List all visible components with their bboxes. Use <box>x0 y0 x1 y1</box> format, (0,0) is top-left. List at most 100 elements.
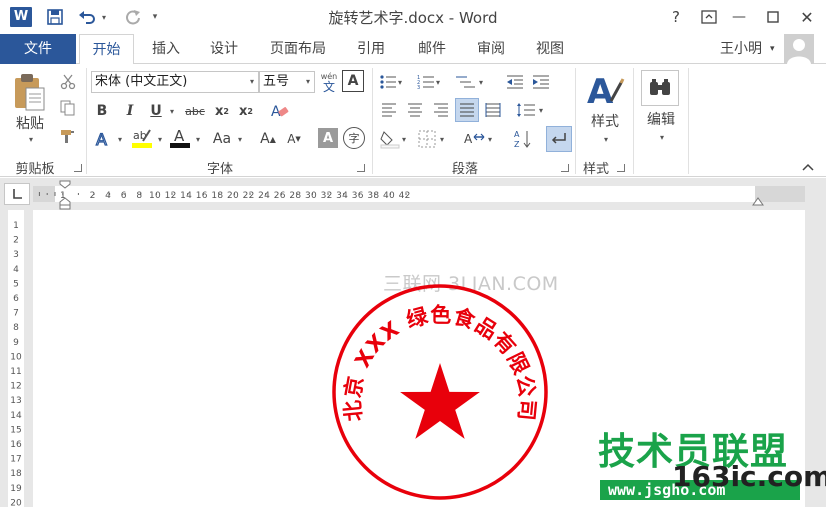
subscript-button[interactable]: x2 <box>212 100 232 122</box>
minimize-button[interactable]: — <box>724 4 754 30</box>
styles-launcher-icon[interactable] <box>617 164 625 172</box>
ribbon-display-options-button[interactable] <box>694 4 724 30</box>
clipboard-launcher-icon[interactable] <box>74 164 82 172</box>
vertical-ruler-number: 17 <box>10 455 21 465</box>
enclose-characters-button[interactable]: 字 <box>343 127 365 149</box>
ruler-number: 16 <box>196 191 208 201</box>
ruler-number: 34 <box>336 191 348 201</box>
vertical-ruler-number: 10 <box>10 352 22 362</box>
group-divider <box>633 68 634 174</box>
font-size-select[interactable]: 五号 ▾ <box>259 71 315 93</box>
cut-icon[interactable] <box>58 72 78 92</box>
user-menu-caret-icon[interactable]: ▾ <box>770 44 775 54</box>
font-group-label: 字体 <box>206 162 233 177</box>
text-effects-icon[interactable]: A <box>92 128 114 150</box>
clear-formatting-icon[interactable]: A <box>268 100 292 122</box>
text-effects-dropdown-icon[interactable]: ▾ <box>114 132 124 146</box>
italic-button[interactable]: I <box>120 100 140 122</box>
highlight-dropdown-icon[interactable]: ▾ <box>154 132 164 146</box>
paragraph-group-label: 段落 <box>451 162 478 177</box>
tab-home[interactable]: 开始 <box>79 34 134 65</box>
grow-font-button[interactable]: A ▲ <box>258 128 278 150</box>
paragraph-launcher-icon[interactable] <box>561 164 569 172</box>
text-highlight-icon[interactable]: ab <box>130 126 154 150</box>
maximize-button[interactable] <box>758 4 788 30</box>
seal-stamp[interactable]: 北京 XXX 绿色食品有限公司 <box>329 281 551 503</box>
styles-gallery-icon[interactable]: A <box>584 70 626 108</box>
justify-icon[interactable] <box>455 98 479 122</box>
vertical-ruler-number: 13 <box>10 396 21 406</box>
tab-mailings[interactable]: 邮件 <box>406 34 458 64</box>
change-case-button[interactable]: Aa <box>208 128 236 150</box>
styles-button[interactable]: 样式 <box>584 112 626 130</box>
indent-marker-icon[interactable] <box>58 180 72 213</box>
font-color-dropdown-icon[interactable]: ▾ <box>192 132 202 146</box>
numbering-icon[interactable]: 1 2 3 ▾ <box>416 72 444 92</box>
tab-selector-button[interactable] <box>4 183 30 205</box>
align-left-icon[interactable] <box>378 100 400 120</box>
editing-button[interactable]: 编辑 <box>640 110 682 128</box>
close-button[interactable]: ✕ <box>792 4 822 30</box>
paste-icon[interactable] <box>10 70 48 114</box>
avatar[interactable] <box>784 34 814 64</box>
distributed-icon[interactable] <box>482 100 504 120</box>
bullets-icon[interactable]: ▾ <box>378 72 406 92</box>
vertical-ruler-number: 15 <box>10 425 21 435</box>
help-button[interactable]: ? <box>661 4 691 30</box>
font-launcher-icon[interactable] <box>357 164 365 172</box>
phonetic-guide-button[interactable]: wén 文 <box>318 69 340 95</box>
character-border-button[interactable]: A <box>342 70 364 92</box>
strikethrough-button[interactable]: abc <box>182 100 208 122</box>
svg-text:A: A <box>96 130 107 148</box>
styles-dropdown-icon[interactable]: ▾ <box>598 134 612 144</box>
collapse-ribbon-icon[interactable] <box>802 160 814 174</box>
bold-button[interactable]: B <box>92 100 112 122</box>
tab-view[interactable]: 视图 <box>524 34 576 64</box>
svg-text:▾: ▾ <box>398 78 402 87</box>
svg-text:▾: ▾ <box>488 135 492 144</box>
multilevel-list-icon[interactable]: ▾ <box>454 72 488 92</box>
find-binoculars-icon[interactable] <box>641 70 679 106</box>
vertical-ruler-number: 4 <box>13 265 19 275</box>
show-formatting-marks-icon[interactable] <box>546 126 572 152</box>
chinese-layout-icon[interactable]: A ▾ <box>462 128 498 150</box>
tab-layout[interactable]: 页面布局 <box>258 34 338 64</box>
tab-references[interactable]: 引用 <box>345 34 397 64</box>
underline-dropdown-icon[interactable]: ▾ <box>166 104 176 118</box>
ruler-number: 12 <box>165 191 177 201</box>
user-name[interactable]: 王小明 <box>720 34 762 64</box>
tab-review[interactable]: 审阅 <box>465 34 517 64</box>
align-right-icon[interactable] <box>430 100 452 120</box>
tab-insert[interactable]: 插入 <box>140 34 192 64</box>
tab-file[interactable]: 文件 <box>0 34 76 64</box>
decrease-indent-icon[interactable] <box>504 72 526 92</box>
right-indent-marker-icon[interactable] <box>752 195 764 209</box>
superscript-button[interactable]: x2 <box>236 100 256 122</box>
shrink-font-button[interactable]: A ▼ <box>284 128 304 150</box>
tab-design[interactable]: 设计 <box>198 34 250 64</box>
paste-dropdown-icon[interactable]: ▾ <box>22 134 38 144</box>
font-name-select[interactable]: 宋体 (中文正文) ▾ <box>91 71 259 93</box>
paste-button[interactable]: 粘贴 <box>12 114 48 132</box>
svg-text:A: A <box>514 130 520 139</box>
vertical-ruler[interactable]: 1 2 3 4 5 6 7 8 9 10 11 12 13 14 15 16 17 18 19 20 <box>8 210 24 507</box>
ruler-number: 32 <box>321 191 333 201</box>
vertical-ruler-number: 1 <box>13 221 19 231</box>
editing-dropdown-icon[interactable]: ▾ <box>654 132 668 142</box>
vertical-ruler-number: 16 <box>10 440 22 450</box>
increase-indent-icon[interactable] <box>530 72 552 92</box>
vertical-ruler-number: 9 <box>13 338 19 348</box>
font-color-icon[interactable]: A <box>168 126 192 150</box>
horizontal-ruler[interactable]: 1 2 4 6 8 10 12 14 16 18 20 22 24 26 28 30 32 34 36 38 40 42 <box>33 186 805 202</box>
character-shading-button[interactable]: A <box>318 128 338 148</box>
align-center-icon[interactable] <box>404 100 426 120</box>
borders-icon[interactable]: ▾ <box>416 128 450 150</box>
sort-icon[interactable]: AZ <box>512 128 534 150</box>
format-painter-icon[interactable] <box>58 126 78 146</box>
underline-button[interactable]: U <box>146 100 166 122</box>
shading-icon[interactable]: ▾ <box>378 128 412 150</box>
svg-text:A: A <box>174 127 185 145</box>
copy-icon[interactable] <box>58 98 78 118</box>
line-spacing-icon[interactable]: ▾ <box>514 100 548 120</box>
change-case-dropdown-icon[interactable]: ▾ <box>234 132 244 146</box>
